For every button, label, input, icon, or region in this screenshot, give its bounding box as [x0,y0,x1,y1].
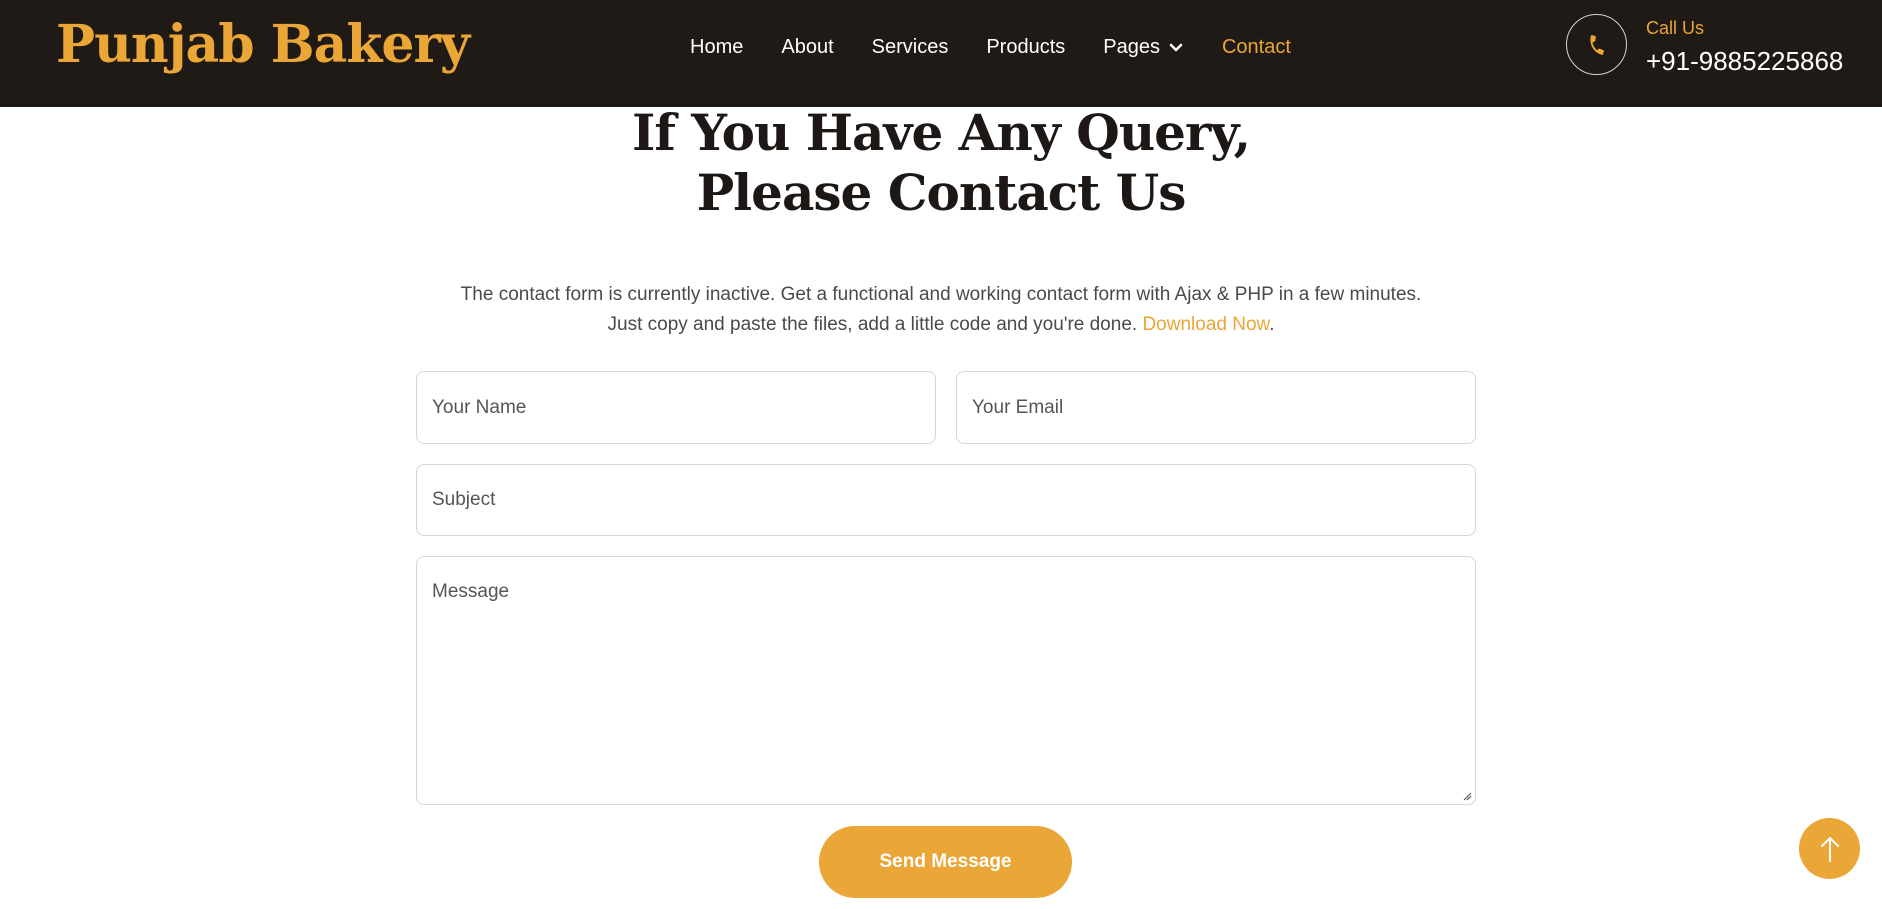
nav-item-home[interactable]: Home [690,35,743,59]
brand-logo[interactable]: Punjab Bakery [56,14,470,75]
download-now-link[interactable]: Download Now [1142,314,1269,335]
phone-icon [1589,34,1604,55]
call-number[interactable]: +91-9885225868 [1646,46,1843,77]
main-nav: Home About Services Products Pages Conta… [690,35,1329,59]
top-navbar: Punjab Bakery Home About Services Produc… [0,0,1882,107]
phone-icon-circle[interactable] [1566,14,1627,75]
send-message-button[interactable]: Send Message [819,826,1072,898]
name-placeholder: Your Name [432,396,527,418]
nav-item-services[interactable]: Services [872,35,949,59]
contact-intro: The contact form is currently inactive. … [391,280,1491,340]
subject-input[interactable]: Subject [416,464,1476,536]
call-us-label: Call Us [1646,18,1705,38]
email-placeholder: Your Email [972,396,1064,418]
arrow-up-icon [1820,836,1839,862]
intro-line-2: Just copy and paste the files, add a lit… [607,314,1138,335]
intro-period: . [1269,314,1275,335]
nav-item-products[interactable]: Products [986,35,1065,59]
message-placeholder: Message [432,581,510,602]
heading-line-2: Please Contact Us [696,163,1187,222]
back-to-top-button[interactable] [1799,818,1860,879]
intro-line-1: The contact form is currently inactive. … [460,284,1422,305]
message-textarea[interactable]: Message [416,556,1476,805]
name-input[interactable]: Your Name [416,371,936,444]
nav-item-about[interactable]: About [781,35,833,59]
subject-placeholder: Subject [432,489,496,510]
contact-heading: If You Have Any Query, Please Contact Us [541,103,1341,223]
nav-item-contact[interactable]: Contact [1222,35,1291,59]
email-input[interactable]: Your Email [956,371,1476,444]
chevron-down-icon [1169,43,1183,52]
heading-line-1: If You Have Any Query, [631,103,1251,162]
nav-item-pages-label: Pages [1103,36,1160,58]
nav-item-pages[interactable]: Pages [1103,35,1184,59]
intro-line-2-wrap: Just copy and paste the files, add a lit… [391,310,1491,340]
resize-handle-icon[interactable] [1462,791,1472,801]
